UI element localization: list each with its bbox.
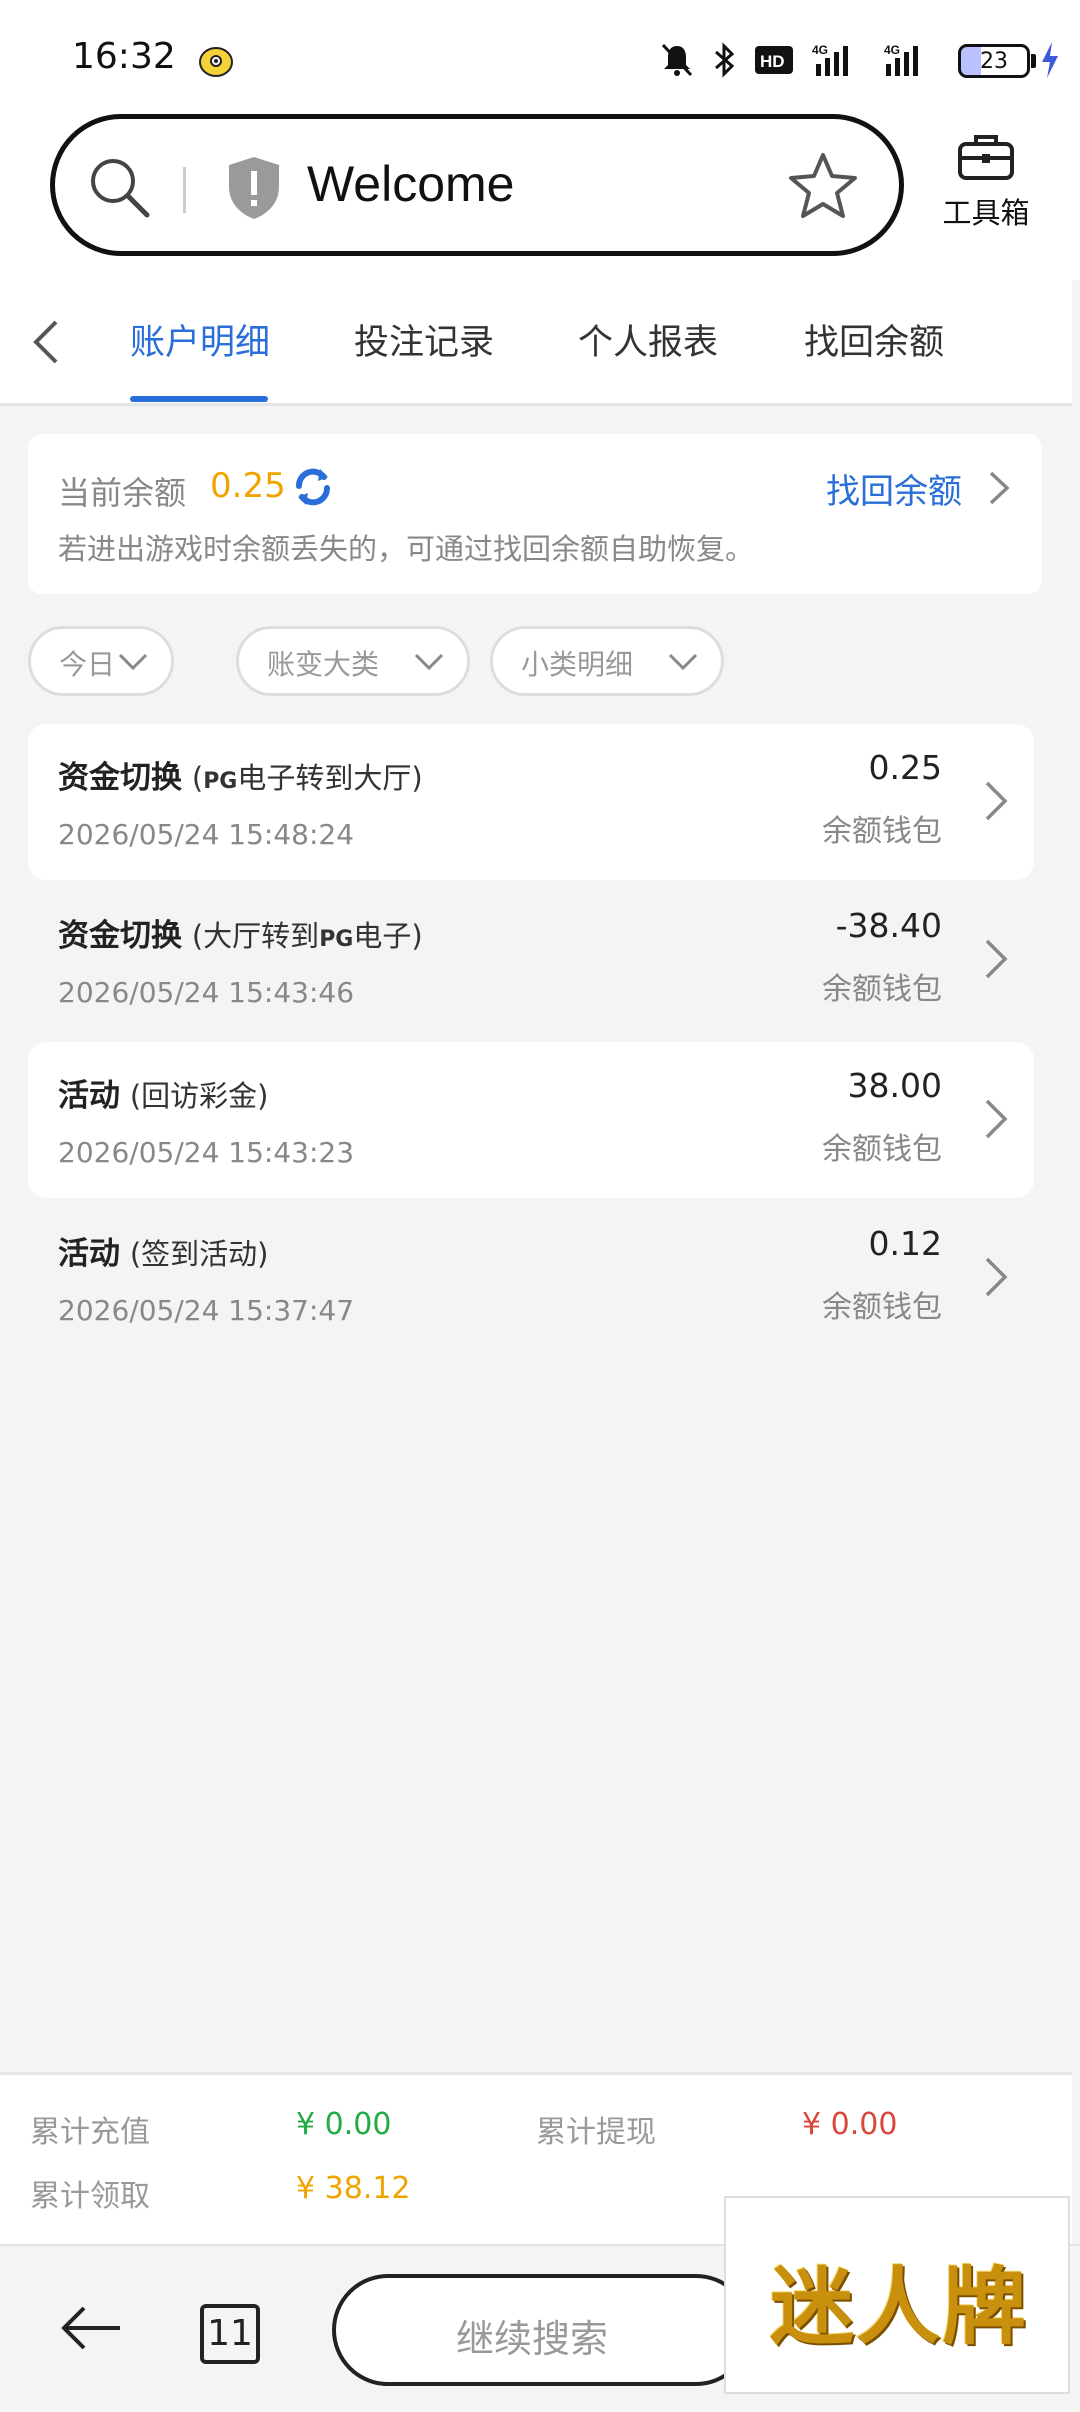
tab-count-button[interactable]: 11 (200, 2304, 260, 2364)
filter-category-label: 账变大类 (267, 648, 380, 681)
filter-date[interactable]: 今日 (28, 626, 174, 696)
tab-recover-balance[interactable]: 找回余额 (804, 314, 944, 365)
chevron-right-icon (985, 1257, 1008, 1297)
total-claim-label: 累计领取 (30, 2179, 150, 2214)
hd-icon: HD (755, 46, 793, 74)
status-time: 16:32 (72, 36, 176, 77)
ad-logo-text: 迷人牌 (770, 2257, 1029, 2356)
record-time: 2026/05/24 15:43:46 (58, 976, 355, 1009)
battery-icon: 23 (958, 44, 1030, 78)
emoji-icon (199, 47, 233, 77)
refresh-icon[interactable] (290, 464, 336, 510)
record-time: 2026/05/24 15:43:23 (58, 1136, 355, 1169)
browser-bar: Welcome 工具箱 (0, 110, 1080, 280)
svg-text:4G: 4G (812, 43, 828, 57)
record-time: 2026/05/24 15:37:47 (58, 1294, 355, 1327)
toolbox-button[interactable]: 工具箱 (936, 132, 1036, 252)
balance-hint: 若进出游戏时余额丢失的，可通过找回余额自助恢复。 (58, 532, 755, 566)
battery-level: 23 (980, 48, 1008, 74)
chevron-right-icon[interactable] (986, 468, 1012, 508)
bluetooth-icon (715, 42, 735, 78)
toolbox-icon (958, 135, 1014, 180)
chevron-right-icon (985, 781, 1008, 821)
record-amount: -38.40 (835, 906, 942, 945)
total-claim-value: ¥ 38.12 (296, 2171, 411, 2206)
address-divider (183, 167, 186, 213)
total-withdraw-value: ¥ 0.00 (802, 2107, 898, 2142)
ad-banner[interactable]: 迷人牌 (724, 2196, 1070, 2394)
total-withdraw-label: 累计提现 (536, 2115, 656, 2150)
status-bar: 16:32 HD 4G 4G 23 (0, 0, 1080, 110)
chevron-left-icon[interactable] (26, 316, 66, 368)
chevron-down-icon (414, 653, 444, 671)
record-wallet: 余额钱包 (822, 1132, 942, 1167)
tab-personal-report[interactable]: 个人报表 (578, 314, 718, 365)
record-title: 资金切换 (PG电子转到大厅) (58, 760, 423, 796)
record-title: 活动 (签到活动) (58, 1236, 269, 1272)
recover-balance-link[interactable]: 找回余额 (826, 464, 962, 513)
balance-label: 当前余额 (58, 474, 187, 512)
record-wallet: 余额钱包 (822, 1290, 942, 1325)
filter-date-label: 今日 (59, 648, 116, 681)
balance-value: 0.25 (210, 466, 286, 506)
brand-pg: PG (319, 927, 354, 952)
filter-subcategory[interactable]: 小类明细 (490, 626, 724, 696)
record-title: 资金切换 (大厅转到PG电子) (58, 918, 423, 954)
signal-4g-icon-2: 4G (884, 43, 918, 76)
record-title: 活动 (回访彩金) (58, 1078, 269, 1114)
total-recharge-value: ¥ 0.00 (296, 2107, 392, 2142)
bookmark-star-icon[interactable] (787, 149, 859, 221)
mute-bell-icon (661, 43, 693, 77)
record-wallet: 余额钱包 (822, 814, 942, 849)
battery-tip (1031, 54, 1036, 68)
list-item[interactable]: 资金切换 (PG电子转到大厅) 2026/05/24 15:48:24 0.25… (28, 724, 1034, 880)
svg-text:4G: 4G (884, 43, 900, 57)
chevron-right-icon (985, 1099, 1008, 1139)
chevron-right-icon (985, 939, 1008, 979)
list-item[interactable]: 活动 (回访彩金) 2026/05/24 15:43:23 38.00 余额钱包 (28, 1042, 1034, 1198)
continue-search-label: 继续搜索 (456, 2317, 609, 2361)
record-wallet: 余额钱包 (822, 972, 942, 1007)
tab-account-details[interactable]: 账户明细 (130, 314, 270, 365)
chevron-down-icon (668, 653, 698, 671)
balance-card: 当前余额 0.25 找回余额 若进出游戏时余额丢失的，可通过找回余额自助恢复。 (28, 434, 1042, 594)
record-amount: 0.12 (868, 1224, 942, 1263)
list-item[interactable]: 活动 (签到活动) 2026/05/24 15:37:47 0.12 余额钱包 (28, 1200, 1034, 1356)
continue-search-button[interactable]: 继续搜索 (332, 2274, 752, 2386)
filter-category[interactable]: 账变大类 (236, 626, 470, 696)
tab-bar: 账户明细 投注记录 个人报表 找回余额 (0, 280, 1072, 406)
list-item[interactable]: 资金切换 (大厅转到PG电子) 2026/05/24 15:43:46 -38.… (28, 882, 1034, 1038)
total-recharge-label: 累计充值 (30, 2115, 150, 2150)
toolbox-label: 工具箱 (942, 196, 1030, 230)
record-time: 2026/05/24 15:48:24 (58, 818, 355, 851)
svg-text:HD: HD (760, 52, 785, 71)
brand-pg: PG (203, 769, 238, 794)
filter-subcategory-label: 小类明细 (521, 648, 634, 681)
active-tab-indicator (130, 396, 268, 402)
tab-bet-records[interactable]: 投注记录 (354, 314, 494, 365)
shield-warning-icon[interactable] (223, 153, 285, 223)
status-icons: HD 4G 4G (660, 40, 930, 80)
record-amount: 38.00 (847, 1066, 942, 1105)
charging-icon (1042, 42, 1058, 78)
arrow-left-icon[interactable] (56, 2298, 126, 2358)
address-bar[interactable]: Welcome (50, 114, 904, 256)
signal-4g-icon: 4G (812, 43, 848, 76)
address-text[interactable]: Welcome (307, 155, 514, 213)
chevron-down-icon (118, 653, 148, 671)
search-icon[interactable] (85, 153, 155, 223)
record-amount: 0.25 (868, 748, 942, 787)
